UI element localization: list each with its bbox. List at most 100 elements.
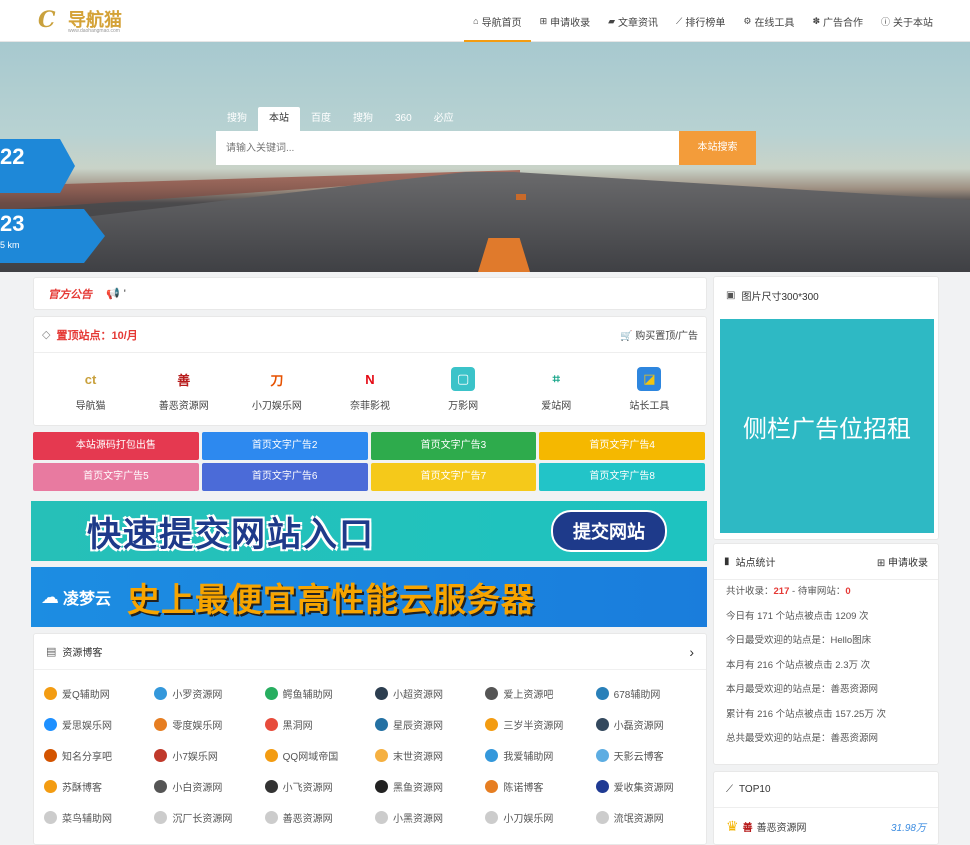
blog-link-25[interactable]: 沉厂长资源网 <box>154 802 264 833</box>
blog-link-22[interactable]: 陈诺博客 <box>485 771 595 802</box>
blog-link-13[interactable]: 小7娱乐网 <box>154 740 264 771</box>
pinned-site-label: 爱站网 <box>541 401 572 412</box>
text-ad-2[interactable]: 首页文字广告2 <box>201 432 368 460</box>
blog-link-label: 小磊资源网 <box>613 721 664 732</box>
pinned-site-6[interactable]: ◪ 站长工具 <box>609 367 689 412</box>
text-ad-5[interactable]: 首页文字广告5 <box>33 463 199 491</box>
cloud-server-banner-ad[interactable]: ☁ 凌梦云 史上最便宜高性能云服务器 <box>31 567 707 627</box>
apply-listing-label: 申请收录 <box>888 558 928 569</box>
blog-link-12[interactable]: 知名分享吧 <box>44 740 154 771</box>
text-ad-1[interactable]: 本站源码打包出售 <box>33 432 199 460</box>
text-ad-7[interactable]: 首页文字广告7 <box>370 463 537 491</box>
pinned-site-0[interactable]: ct 导航猫 <box>51 367 131 412</box>
blog-favicon-icon <box>154 811 168 824</box>
blog-link-label: 小飞资源网 <box>282 783 333 794</box>
blog-link-15[interactable]: 末世资源网 <box>375 740 485 771</box>
blog-link-24[interactable]: 菜鸟辅助网 <box>44 802 154 833</box>
pinned-site-2[interactable]: 刀小刀娱乐网 <box>237 367 317 412</box>
search-input[interactable] <box>216 131 679 165</box>
blog-link-14[interactable]: QQ网域帝国 <box>264 740 375 771</box>
pinned-sites-header: ◇ 置顶站点：10/月 🛒 购买置顶/广告 <box>34 317 706 353</box>
text-ad-4[interactable]: 首页文字广告4 <box>539 432 705 460</box>
search-tab-3[interactable]: 搜狗 <box>342 107 384 131</box>
cloud-brand-name: 凌梦云 <box>63 591 112 608</box>
submit-site-button[interactable]: 提交网站 <box>551 510 667 552</box>
blog-link-4[interactable]: 爱上资源吧 <box>485 678 595 709</box>
search-tab-2[interactable]: 百度 <box>300 107 342 131</box>
blog-link-1[interactable]: 小罗资源网 <box>154 678 264 709</box>
site-logo[interactable]: C 导航猫 www.daohangmao.com <box>38 6 122 34</box>
side-ad-slot[interactable]: 侧栏广告位招租 <box>720 319 934 533</box>
nav-item-2[interactable]: ▰ 文章资讯 <box>599 0 667 42</box>
top10-site-clicks: 31.98万 <box>890 822 926 834</box>
text-ad-8[interactable]: 首页文字广告8 <box>539 463 705 491</box>
top10-row[interactable]: ♛ 善 善恶资源网 31.98万 <box>714 808 938 844</box>
blog-link-label: 菜鸟辅助网 <box>62 814 112 825</box>
blog-link-23[interactable]: 爱收集资源网 <box>595 771 706 802</box>
pinned-site-label: 导航猫 <box>75 401 106 412</box>
apply-listing-link[interactable]: ⊞ 申请收录 <box>877 554 928 569</box>
nav-item-5[interactable]: ✽ 广告合作 <box>803 0 872 42</box>
logo-text: 导航猫 <box>68 10 122 30</box>
search-tab-5[interactable]: 必应 <box>423 107 465 131</box>
blog-link-5[interactable]: 678辅助网 <box>595 678 706 709</box>
stats-total-line: 共计收录：217 - 待审网站：0 <box>714 580 938 605</box>
blog-link-19[interactable]: 小白资源网 <box>154 771 264 802</box>
buy-pinned-link[interactable]: 🛒 购买置顶/广告 <box>620 327 698 342</box>
stats-line-0: 今日有 171 个站点被点击 1209 次 <box>726 610 869 622</box>
blog-link-18[interactable]: 苏酥博客 <box>44 771 154 802</box>
search-tab-4[interactable]: 360 <box>384 107 423 131</box>
nav-item-label: 文章资讯 <box>618 17 659 29</box>
pinned-site-1[interactable]: 善善恶资源网 <box>144 367 224 412</box>
nav-item-6[interactable]: ⓘ 关于本站 <box>872 0 942 42</box>
banner-tag-1: 22 <box>0 139 75 193</box>
blog-link-28[interactable]: 小刀娱乐网 <box>485 802 595 833</box>
blog-link-8[interactable]: 黑洞网 <box>264 709 375 740</box>
announcement-bar: 官方公告 📢 ' <box>33 277 707 310</box>
blog-link-0[interactable]: 爱Q辅助网 <box>44 678 154 709</box>
blog-favicon-icon <box>264 780 278 793</box>
blog-link-17[interactable]: 天影云博客 <box>595 740 706 771</box>
cloud-brand: ☁ 凌梦云 <box>41 585 111 609</box>
blog-link-6[interactable]: 爱思娱乐网 <box>44 709 154 740</box>
blog-link-16[interactable]: 我爱辅助网 <box>485 740 595 771</box>
blog-link-27[interactable]: 小黑资源网 <box>375 802 485 833</box>
pinned-site-label: 奈菲影视 <box>349 401 390 412</box>
nav-item-label: 导航首页 <box>481 17 522 29</box>
nav-item-4[interactable]: ⚙ 在线工具 <box>734 0 803 42</box>
blog-link-2[interactable]: 鳄鱼辅助网 <box>264 678 375 709</box>
pinned-site-5[interactable]: ⌗ 爱站网 <box>516 367 596 412</box>
nav-item-1[interactable]: ⊞ 申请收录 <box>531 0 600 42</box>
submit-site-banner-ad[interactable]: 快速提交网站入口 提交网站 <box>31 501 707 561</box>
text-ad-6[interactable]: 首页文字广告6 <box>201 463 368 491</box>
buy-pinned-label: 购买置顶/广告 <box>635 331 698 342</box>
blog-link-label: 三岁半资源网 <box>503 721 564 732</box>
nav-item-3[interactable]: ⟋ 排行榜单 <box>667 0 734 42</box>
blog-link-20[interactable]: 小飞资源网 <box>264 771 375 802</box>
blog-link-9[interactable]: 星辰资源网 <box>375 709 485 740</box>
blog-link-label: 黑鱼资源网 <box>393 783 443 794</box>
blog-link-29[interactable]: 流氓资源网 <box>595 802 706 833</box>
search-tab-0[interactable]: 搜狗 <box>216 107 258 131</box>
text-ad-3[interactable]: 首页文字广告3 <box>370 432 537 460</box>
blog-link-label: 黑洞网 <box>282 721 313 732</box>
road-dash-far <box>516 194 526 200</box>
chevron-right-icon[interactable]: › <box>689 644 694 660</box>
hero-banner: 22 23 5 km 搜狗本站百度搜狗360必应 本站搜索 <box>0 42 970 272</box>
blog-favicon-icon <box>264 811 278 824</box>
search-tab-1[interactable]: 本站 <box>258 107 300 131</box>
blog-link-3[interactable]: 小超资源网 <box>375 678 485 709</box>
blog-link-11[interactable]: 小磊资源网 <box>595 709 706 740</box>
blog-link-10[interactable]: 三岁半资源网 <box>485 709 595 740</box>
site-stats-card: ▮ 站点统计 ⊞ 申请收录 共计收录：217 - 待审网站：0 今日有 171 … <box>713 543 939 765</box>
nav-item-0[interactable]: ⌂ 导航首页 <box>464 0 532 42</box>
search-button[interactable]: 本站搜索 <box>679 131 756 165</box>
blog-link-7[interactable]: 零度娱乐网 <box>154 709 264 740</box>
blog-link-21[interactable]: 黑鱼资源网 <box>375 771 485 802</box>
pinned-site-label: 小刀娱乐网 <box>251 401 302 412</box>
blog-favicon-icon <box>44 687 57 700</box>
blog-link-26[interactable]: 善恶资源网 <box>264 802 375 833</box>
pinned-site-3[interactable]: N 奈菲影视 <box>330 367 410 412</box>
pinned-site-4[interactable]: ▢ 万影网 <box>423 367 503 412</box>
blog-link-label: 小7娱乐网 <box>172 752 218 763</box>
